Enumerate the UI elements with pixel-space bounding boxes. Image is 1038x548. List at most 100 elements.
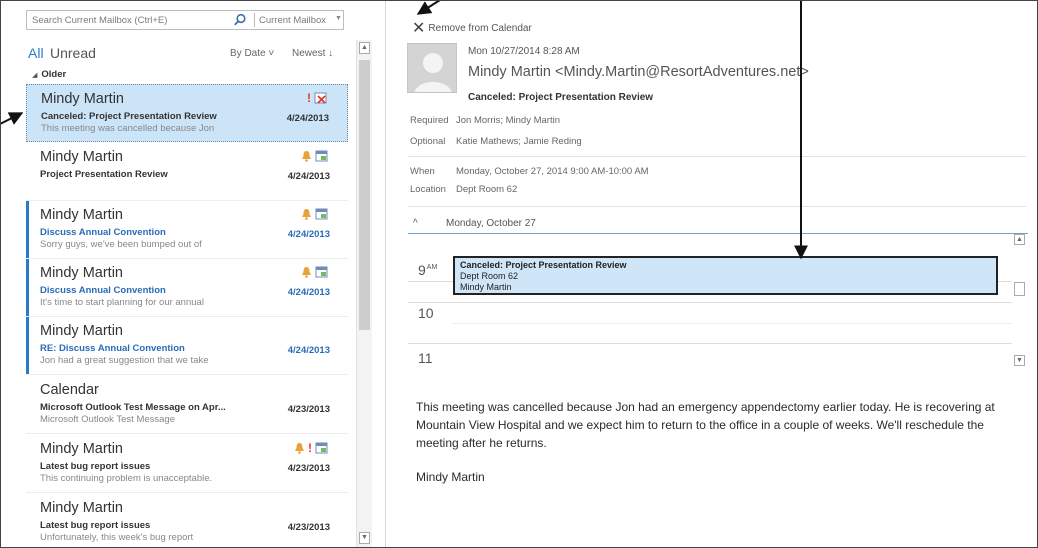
mail-list-item[interactable]: Mindy Martin Latest bug report issues This… [26,435,348,493]
unread-indicator [26,259,29,316]
mail-date: 4/24/2013 [287,229,330,240]
mail-sender: Calendar [40,382,99,398]
mail-sender: Mindy Martin [41,91,124,107]
mail-status-icons: ! [307,91,327,105]
mail-list-item[interactable]: Mindy Martin Canceled: Project Presentati… [26,84,348,142]
collapse-triangle-icon[interactable]: ◢ [32,72,37,79]
mail-status-icons: ! [294,441,328,455]
mail-preview: This continuing problem is unacceptable. [40,473,213,484]
message-list-scrollbar[interactable]: ▲ ▼ [356,40,372,548]
chevron-up-icon[interactable]: ^ [413,218,418,229]
mail-list-item[interactable]: Mindy Martin RE: Discuss Annual Conventio… [26,317,348,375]
reading-pane: ✕ Remove from Calendar Mon 10/27/2014 8:2… [400,0,1038,548]
filter-all-tab[interactable]: All [28,45,44,61]
mail-list-item[interactable]: Mindy Martin Discuss Annual Convention Sor… [26,201,348,259]
mail-list-item[interactable]: Mindy Martin Latest bug report issues Unfo… [26,494,348,548]
mail-list-item[interactable]: Mindy Martin Project Presentation Review 4… [26,143,348,201]
mail-status-icons [301,265,328,279]
calendar-preview-header[interactable]: ^ Monday, October 27 [408,214,1028,234]
mail-list-item[interactable]: Calendar Microsoft Outlook Test Message o… [26,376,348,434]
sender-avatar [407,43,457,93]
mail-subject: Discuss Annual Convention [40,285,166,296]
sort-by-dropdown[interactable]: By Date ˅ [230,48,274,59]
search-scope-dropdown[interactable]: Current Mailbox [259,15,326,26]
calendar-event-block[interactable]: Canceled: Project Presentation Review De… [453,256,998,295]
hour-label: 9AM [418,262,438,278]
remove-from-calendar-button[interactable]: ✕ Remove from Calendar [412,18,532,38]
message-subject: Canceled: Project Presentation Review [468,92,654,103]
mail-subject: RE: Discuss Annual Convention [40,343,185,354]
mail-preview: Jon had a great suggestion that we take [40,355,209,366]
scroll-thumb[interactable] [1014,282,1025,296]
filter-unread-tab[interactable]: Unread [50,45,96,61]
mail-date: 4/23/2013 [287,404,330,415]
required-attendees-row: Required Jon Morris; Mindy Martin [410,115,560,126]
close-x-icon: ✕ [412,20,426,37]
when-value: Monday, October 27, 2014 9:00 AM-10:00 A… [456,166,649,177]
when-row: When Monday, October 27, 2014 9:00 AM-10:… [410,166,649,177]
half-hour-line [452,323,1012,324]
mail-subject: Latest bug report issues [40,461,151,472]
header-divider [408,156,1026,157]
meeting-request-icon [315,150,328,162]
optional-value[interactable]: Katie Mathews; Jamie Reding [456,136,582,147]
scroll-thumb[interactable] [359,60,370,330]
location-row: Location Dept Room 62 [410,184,517,195]
when-label: When [410,166,435,177]
mail-date: 4/24/2013 [287,345,330,356]
mail-subject: Canceled: Project Presentation Review [41,111,217,122]
required-label: Required [410,115,449,126]
unread-indicator [26,201,29,258]
mail-date: 4/24/2013 [287,171,330,182]
meeting-request-icon [315,442,328,454]
search-placeholder: Search Current Mailbox (Ctrl+E) [32,15,168,26]
mail-date: 4/23/2013 [287,463,330,474]
mail-preview: This meeting was cancelled because Jon [41,123,215,134]
mail-sender: Mindy Martin [40,500,123,516]
message-list-pane: Search Current Mailbox (Ctrl+E) Current … [0,0,386,548]
search-mailbox-field[interactable]: Search Current Mailbox (Ctrl+E) Current … [26,10,344,30]
unread-indicator [26,317,29,374]
mail-sender: Mindy Martin [40,323,123,339]
meeting-cancelled-icon [314,92,327,104]
event-title: Canceled: Project Presentation Review [460,260,627,270]
search-icon[interactable] [233,13,247,27]
reminder-bell-icon [302,267,311,278]
group-label: Older [41,69,67,80]
mail-subject: Latest bug report issues [40,520,151,531]
calendar-day-label: Monday, October 27 [446,218,536,229]
mail-sender: Mindy Martin [40,265,123,281]
calendar-scrollbar[interactable]: ▲ ▼ [1012,234,1028,370]
scroll-down-icon[interactable]: ▼ [359,532,370,544]
chevron-down-icon[interactable]: ▼ [335,15,342,22]
header-divider [408,206,1026,207]
sort-order-toggle[interactable]: Newest ↓ [292,48,333,59]
location-label: Location [410,184,446,195]
calendar-hour-row: 11 [408,346,1012,370]
scroll-up-icon[interactable]: ▲ [1014,234,1025,245]
mail-preview: Microsoft Outlook Test Message [40,414,175,425]
mail-subject: Project Presentation Review [40,169,168,180]
group-header-older[interactable]: ◢ Older [32,69,66,80]
important-icon: ! [308,441,312,455]
location-value: Dept Room 62 [456,184,518,195]
important-icon: ! [307,91,311,105]
calendar-preview-grid: 9AM 10 11 Canceled: Project Presentation… [408,234,1028,370]
reminder-bell-icon [302,209,311,220]
scroll-up-icon[interactable]: ▲ [359,42,370,54]
mail-list-item[interactable]: Mindy Martin Discuss Annual Convention It'… [26,259,348,317]
mail-status-icons [301,207,328,221]
scroll-down-icon[interactable]: ▼ [1014,355,1025,366]
calendar-hour-row: 10 [408,302,1012,344]
hour-label: 11 [418,350,433,366]
remove-label: Remove from Calendar [428,23,532,34]
person-silhouette-icon [408,44,456,92]
filter-bar: All Unread By Date ˅ Newest ↓ [28,45,358,65]
mail-status-icons [301,149,328,163]
message-sender[interactable]: Mindy Martin <Mindy.Martin@ResortAdventu… [468,64,809,80]
required-value[interactable]: Jon Morris; Mindy Martin [456,115,560,126]
message-body: This meeting was cancelled because Jon h… [416,400,995,450]
mail-preview: Unfortunately, this week's bug report [40,532,194,543]
event-organizer: Mindy Martin [460,282,512,292]
mail-subject: Microsoft Outlook Test Message on Apr... [40,402,226,413]
